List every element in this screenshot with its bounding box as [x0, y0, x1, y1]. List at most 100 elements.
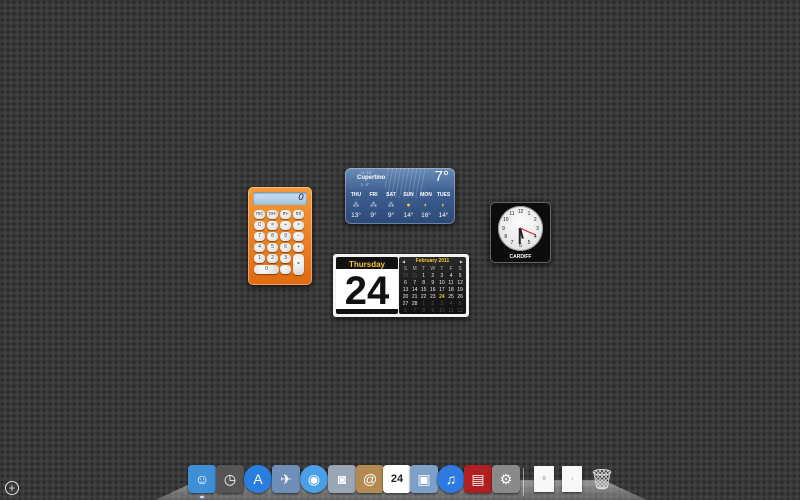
calendar-day[interactable]: 5 [456, 273, 465, 279]
calendar-day[interactable]: 8 [419, 308, 428, 314]
calculator-key[interactable]: 6 [280, 243, 291, 252]
calendar-day[interactable]: 26 [456, 294, 465, 300]
calendar-day[interactable]: 3 [437, 273, 446, 279]
ical-weekday: Thursday [348, 260, 385, 269]
photo-booth-icon[interactable]: ▤ [464, 465, 492, 493]
calculator-key[interactable]: × [293, 221, 304, 230]
calculator-key[interactable]: = [293, 254, 304, 275]
clock-number: 10 [502, 217, 509, 223]
downloads-stack-icon[interactable]: ↓ [562, 466, 582, 492]
weather-low: L: 9° [361, 182, 370, 187]
calendar-day[interactable]: 12 [456, 280, 465, 286]
calculator-key[interactable]: 0 [254, 265, 279, 274]
calculator-key[interactable]: . [280, 265, 291, 274]
calendar-day[interactable]: 19 [456, 287, 465, 293]
calendar-day[interactable]: 2 [428, 273, 437, 279]
calendar-day[interactable]: 9 [428, 280, 437, 286]
clock-city: CARDIFF [509, 254, 532, 260]
weather-widget[interactable]: H: 13° Cupertino L: 9° 7° THU ⁂ 13° FRI ⁂ 9° S… [345, 168, 455, 224]
add-widget-button[interactable]: + [5, 481, 19, 495]
preview-icon[interactable]: ▣ [410, 465, 438, 493]
calendar-day[interactable]: 1 [419, 301, 428, 307]
calendar-day[interactable]: 28 [410, 301, 419, 307]
clock-number: 9 [502, 225, 505, 232]
calendar-day[interactable]: 17 [437, 287, 446, 293]
calendar-day[interactable]: 23 [428, 294, 437, 300]
partly-sunny-icon: ◐ [423, 202, 429, 209]
trash-icon[interactable]: 🗑 [588, 465, 616, 493]
calculator-key[interactable]: 5 [267, 243, 278, 252]
clock-number: 11 [509, 210, 515, 217]
calendar-day[interactable]: 4 [447, 273, 456, 279]
calculator-key[interactable]: m/ [293, 210, 304, 219]
calendar-day[interactable]: 7 [410, 280, 419, 286]
ical-icon[interactable]: 24 [383, 465, 411, 493]
calendar-day[interactable]: 20 [401, 294, 410, 300]
calculator-key[interactable]: mc [254, 210, 265, 219]
calculator-key[interactable]: − [293, 232, 304, 241]
calendar-day[interactable]: 1 [419, 273, 428, 279]
calendar-day[interactable]: 21 [410, 294, 419, 300]
itunes-icon[interactable]: ♫ [437, 465, 465, 493]
calculator-widget[interactable]: 0 mc m+ m-m/C = ÷ × 7 8 9−4 5 6 +1 2 3 = 0. [248, 187, 312, 285]
calculator-key[interactable]: 4 [254, 243, 265, 252]
calendar-day[interactable]: 13 [401, 287, 410, 293]
running-indicator [200, 496, 204, 498]
calculator-key[interactable]: + [293, 243, 304, 252]
calendar-day[interactable]: 31 [410, 273, 419, 279]
calendar-day[interactable]: 24 [437, 294, 446, 300]
forecast-day: SUN [403, 192, 414, 198]
calendar-day[interactable]: 22 [419, 294, 428, 300]
calendar-day[interactable]: 9 [428, 308, 437, 314]
calendar-day[interactable]: 3 [437, 301, 446, 307]
address-book-icon[interactable]: @ [356, 465, 384, 493]
weather-city: Cupertino [357, 175, 386, 181]
calculator-key[interactable]: 8 [267, 232, 278, 241]
calculator-key[interactable]: 7 [254, 232, 265, 241]
calculator-key[interactable]: ÷ [280, 221, 291, 230]
calendar-day[interactable]: 6 [401, 280, 410, 286]
calendar-day[interactable]: 11 [447, 280, 456, 286]
ical-date: 24 [336, 269, 398, 309]
calculator-key[interactable]: 3 [280, 254, 291, 263]
clock-face: 12 1 2 3 4 5 6 7 8 9 10 11 [498, 206, 543, 251]
calendar-day[interactable]: 5 [456, 301, 465, 307]
calendar-day[interactable]: 4 [447, 301, 456, 307]
calendar-day[interactable]: 15 [419, 287, 428, 293]
calendar-day[interactable]: 27 [401, 301, 410, 307]
mail-icon[interactable]: ✈ [272, 465, 300, 493]
calendar-day[interactable]: 2 [428, 301, 437, 307]
calendar-day[interactable]: 7 [410, 308, 419, 314]
calendar-day[interactable]: 10 [437, 280, 446, 286]
calculator-key[interactable]: m- [280, 210, 291, 219]
world-clock-widget[interactable]: 12 1 2 3 4 5 6 7 8 9 10 11 CARDIFF [490, 202, 551, 263]
forecast-day: THU [350, 192, 362, 198]
calendar-day[interactable]: 10 [437, 308, 446, 314]
calculator-key[interactable]: m+ [267, 210, 278, 219]
calculator-key[interactable]: 9 [280, 232, 291, 241]
calculator-key[interactable]: 1 [254, 254, 265, 263]
calendar-day[interactable]: 11 [447, 308, 456, 314]
finder-icon[interactable]: ☺ [188, 465, 216, 493]
calculator-key[interactable]: 2 [267, 254, 278, 263]
facetime-icon[interactable]: ◙ [328, 465, 356, 493]
calendar-day[interactable]: 12 [456, 308, 465, 314]
calculator-key[interactable]: = [267, 221, 278, 230]
calendar-day[interactable]: 25 [447, 294, 456, 300]
ical-day-panel[interactable]: Thursday 24 [336, 257, 398, 314]
safari-icon[interactable]: ◉ [300, 465, 328, 493]
calculator-key[interactable]: C [254, 221, 265, 230]
calendar-day[interactable]: 8 [419, 280, 428, 286]
clock-number: 7 [510, 240, 514, 247]
document-icon[interactable]: ≡ [534, 466, 554, 492]
calendar-day[interactable]: 30 [401, 273, 410, 279]
calendar-day[interactable]: 18 [447, 287, 456, 293]
app-store-icon[interactable]: A [244, 465, 272, 493]
calendar-day[interactable]: 6 [401, 308, 410, 314]
next-month-button[interactable]: ▶ [460, 259, 463, 264]
dashboard-icon[interactable]: ◷ [216, 465, 244, 493]
calendar-day[interactable]: 14 [410, 287, 419, 293]
ical-widget[interactable]: Thursday 24 ◀ February 2011 ▶ S M T W T F S 30 3… [333, 254, 469, 317]
system-preferences-icon[interactable]: ⚙ [492, 465, 520, 493]
calendar-day[interactable]: 16 [428, 287, 437, 293]
